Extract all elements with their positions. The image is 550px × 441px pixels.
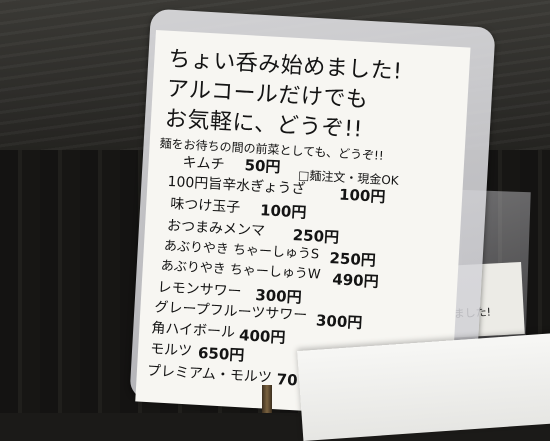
price-grapefruit-sour: 300円 xyxy=(315,311,363,332)
price-gyoza: 100円 xyxy=(338,185,386,207)
mounting-pin xyxy=(262,385,272,413)
price-egg: 100円 xyxy=(259,201,307,222)
price-chashu-s: 250円 xyxy=(329,249,377,270)
price-premium-malts: 70 xyxy=(276,370,299,390)
item-malts: モルツ xyxy=(149,341,193,360)
item-egg: 味つけ玉子 xyxy=(169,196,241,216)
price-chashu-w: 490円 xyxy=(331,270,380,291)
napkin xyxy=(297,333,550,441)
price-highball: 400円 xyxy=(238,326,286,347)
item-premium-malts: プレミアム・モルツ xyxy=(146,363,273,386)
item-kimchi: キムチ xyxy=(182,154,226,174)
price-kimchi: 50円 xyxy=(244,156,281,177)
price-malts: 650円 xyxy=(197,343,245,365)
